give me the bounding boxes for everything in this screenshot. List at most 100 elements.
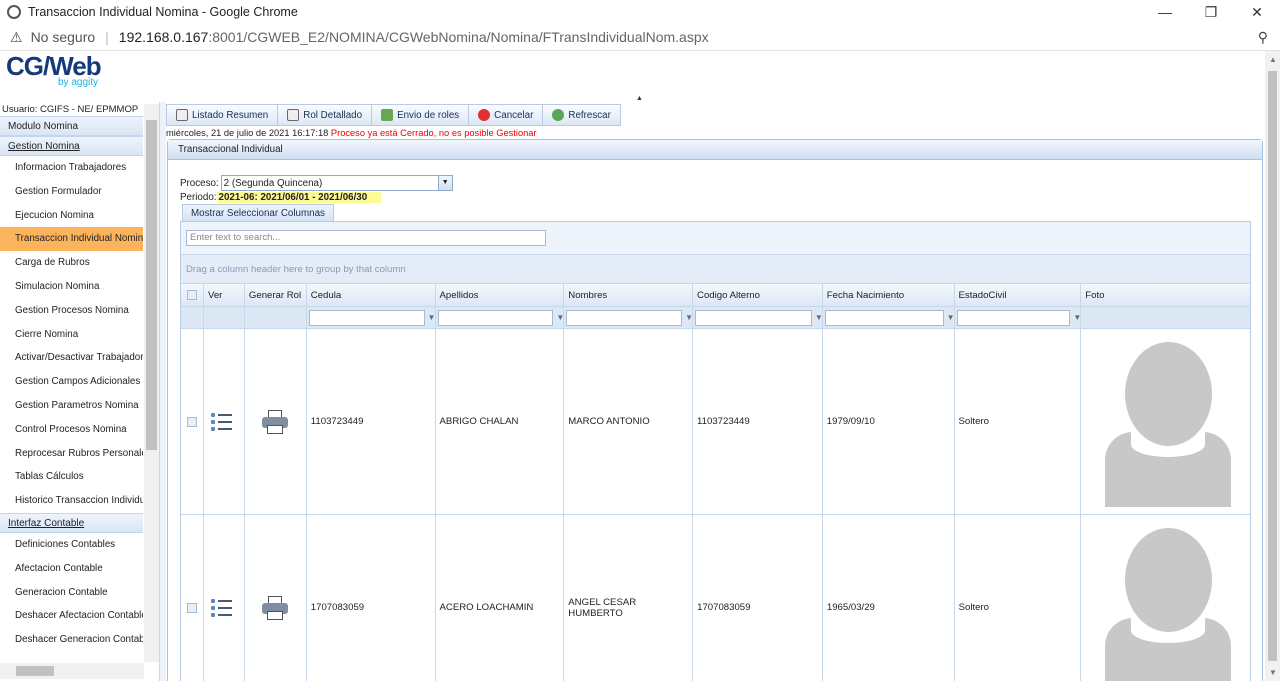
filter-icon[interactable]: ▼ bbox=[556, 313, 563, 322]
refresh-icon bbox=[552, 109, 565, 121]
filter-apellidos: ▼ bbox=[435, 307, 565, 329]
avatar-placeholder bbox=[1105, 523, 1232, 681]
filter-input[interactable] bbox=[566, 309, 683, 326]
close-icon[interactable]: ✕ bbox=[1234, 4, 1280, 21]
sidebar-item[interactable]: Definiciones Contables bbox=[0, 533, 143, 557]
envio-roles-button[interactable]: Envio de roles bbox=[372, 105, 470, 125]
cell-estado: Soltero bbox=[955, 515, 1082, 681]
filter-icon[interactable]: ▼ bbox=[428, 313, 435, 322]
filter-input[interactable] bbox=[695, 309, 812, 326]
filter-input[interactable] bbox=[437, 309, 554, 326]
header-cedula[interactable]: Cedula bbox=[306, 284, 436, 307]
menu-group-gestion-nomina[interactable]: Gestion Nomina bbox=[0, 136, 143, 156]
toolbar: Listado Resumen Rol Detallado Envio de r… bbox=[166, 104, 621, 126]
proceso-select[interactable]: 2 (Segunda Quincena) ▼ bbox=[220, 175, 453, 191]
page-scrollbar[interactable]: ▲ ▼ bbox=[1265, 51, 1280, 681]
separator: | bbox=[105, 29, 109, 45]
filter-input[interactable] bbox=[956, 309, 1071, 326]
sidebar-item[interactable]: Tablas Cálculos bbox=[0, 465, 143, 489]
printer-icon[interactable] bbox=[261, 409, 288, 434]
table-row[interactable]: 1707083059 ACERO LOACHAMIN ANGEL CESAR H… bbox=[181, 515, 1250, 681]
filter-row: ▼ ▼ ▼ ▼ ▼ ▼ bbox=[181, 307, 1251, 329]
sidebar-item[interactable]: Activar/Desactivar Trabajadores bbox=[0, 346, 143, 370]
listado-resumen-button[interactable]: Listado Resumen bbox=[167, 105, 279, 125]
filter-icon[interactable]: ▼ bbox=[1073, 313, 1080, 322]
sidebar-item[interactable]: Deshacer Generacion Contable bbox=[0, 628, 143, 652]
header-foto[interactable]: Foto bbox=[1081, 284, 1250, 307]
ver-cell bbox=[203, 329, 245, 515]
sidebar-item[interactable]: Gestion Formulador bbox=[0, 180, 143, 204]
cancelar-button[interactable]: Cancelar bbox=[469, 105, 544, 125]
filter-cedula: ▼ bbox=[306, 307, 436, 329]
header-apellidos[interactable]: Apellidos bbox=[435, 284, 565, 307]
page-scroll-thumb[interactable] bbox=[1268, 71, 1277, 661]
filter-input[interactable] bbox=[824, 309, 944, 326]
search-input[interactable]: Enter text to search... bbox=[186, 230, 546, 246]
refrescar-button[interactable]: Refrescar bbox=[543, 105, 619, 125]
url-text[interactable]: 192.168.0.167:8001/CGWEB_E2/NOMINA/CGWeb… bbox=[119, 29, 1258, 45]
rol-detallado-button[interactable]: Rol Detallado bbox=[278, 105, 373, 125]
header-ver[interactable]: Ver bbox=[203, 284, 245, 307]
sidebar-item[interactable]: Gestion Parametros Nomina bbox=[0, 394, 143, 418]
transaction-panel: Transaccional Individual Proceso: 2 (Seg… bbox=[167, 139, 1263, 681]
sidebar-item[interactable]: Cierre Nomina bbox=[0, 323, 143, 347]
table-row[interactable]: 1103723449 ABRIGO CHALAN MARCO ANTONIO 1… bbox=[181, 329, 1250, 515]
list-icon[interactable] bbox=[210, 411, 233, 433]
warning-icon[interactable]: ⚠ bbox=[10, 29, 23, 46]
row-select-cell bbox=[181, 329, 204, 515]
header-codigo-alterno[interactable]: Codigo Alterno bbox=[693, 284, 823, 307]
panel-title: Transaccional Individual bbox=[168, 140, 1262, 160]
sidebar-item[interactable]: Historico Transaccion Individual bbox=[0, 489, 143, 513]
sidebar-item[interactable]: Gestion Procesos Nomina bbox=[0, 299, 143, 323]
cell-nombres: MARCO ANTONIO bbox=[564, 329, 694, 515]
menu-group-module[interactable]: Modulo Nomina bbox=[0, 116, 143, 136]
mostrar-columnas-button[interactable]: Mostrar Seleccionar Columnas bbox=[182, 204, 334, 222]
user-label: Usuario: CGIFS - NE/ EPMMOP bbox=[2, 104, 139, 115]
sidebar-scroll-thumb[interactable] bbox=[146, 120, 157, 450]
filter-input[interactable] bbox=[308, 309, 425, 326]
scroll-up-icon[interactable]: ▲ bbox=[1269, 55, 1277, 64]
sidebar-item[interactable]: Ejecucion Nomina bbox=[0, 204, 143, 228]
sidebar-item-active[interactable]: Transaccion Individual Nomina bbox=[0, 227, 143, 252]
sidebar-item[interactable]: Gestion Campos Adicionales bbox=[0, 370, 143, 394]
cell-nombres: ANGEL CESAR HUMBERTO bbox=[564, 515, 694, 681]
sidebar-item[interactable]: Deshacer Afectacion Contable bbox=[0, 604, 143, 628]
restore-icon[interactable]: ❐ bbox=[1188, 4, 1234, 21]
scroll-down-icon[interactable]: ▼ bbox=[1269, 668, 1277, 677]
address-bar[interactable]: ⚠ No seguro | 192.168.0.167:8001/CGWEB_E… bbox=[0, 24, 1280, 51]
header-generar-rol[interactable]: Generar Rol bbox=[244, 284, 307, 307]
sidebar-hscroll-thumb[interactable] bbox=[16, 666, 54, 676]
chevron-down-icon[interactable]: ▼ bbox=[437, 176, 452, 190]
filter-empty bbox=[181, 307, 204, 329]
sidebar-item[interactable]: Control Procesos Nomina bbox=[0, 418, 143, 442]
header-nombres[interactable]: Nombres bbox=[564, 284, 694, 307]
filter-icon[interactable]: ▼ bbox=[815, 313, 822, 322]
zoom-icon[interactable]: ⚲ bbox=[1258, 29, 1268, 46]
sidebar-item[interactable]: Informacion Trabajadores bbox=[0, 156, 143, 180]
chrome-page-icon bbox=[7, 5, 21, 19]
avatar-placeholder bbox=[1105, 337, 1232, 507]
header-select-all[interactable] bbox=[181, 284, 204, 307]
header-estado-civil[interactable]: EstadoCivil bbox=[954, 284, 1082, 307]
printer-icon[interactable] bbox=[261, 595, 288, 620]
row-checkbox[interactable] bbox=[187, 602, 197, 613]
menu-group-interfaz-contable[interactable]: Interfaz Contable bbox=[0, 512, 143, 533]
sidebar-item[interactable]: Reprocesar Rubros Personales bbox=[0, 442, 143, 466]
security-label[interactable]: No seguro bbox=[31, 29, 96, 45]
minimize-icon[interactable]: — bbox=[1142, 4, 1188, 20]
sidebar-hscrollbar[interactable] bbox=[0, 663, 144, 679]
row-select-cell bbox=[181, 515, 204, 681]
filter-icon[interactable]: ▼ bbox=[685, 313, 692, 322]
collapse-arrow-icon[interactable]: ▲ bbox=[636, 95, 643, 102]
sidebar-vscrollbar[interactable] bbox=[144, 104, 159, 662]
sidebar-item[interactable]: Afectacion Contable bbox=[0, 557, 143, 581]
group-panel[interactable]: Drag a column header here to group by th… bbox=[181, 255, 1250, 284]
sidebar-item[interactable]: Simulacion Nomina bbox=[0, 275, 143, 299]
filter-icon[interactable]: ▼ bbox=[947, 313, 954, 322]
header-fecha-nacimiento[interactable]: Fecha Nacimiento bbox=[822, 284, 955, 307]
list-icon[interactable] bbox=[210, 597, 233, 619]
sidebar-item[interactable]: Carga de Rubros bbox=[0, 251, 143, 275]
row-checkbox[interactable] bbox=[187, 416, 197, 427]
sidebar-item[interactable]: Generacion Contable bbox=[0, 581, 143, 605]
app-logo: CG/Web by aggity bbox=[6, 51, 102, 88]
